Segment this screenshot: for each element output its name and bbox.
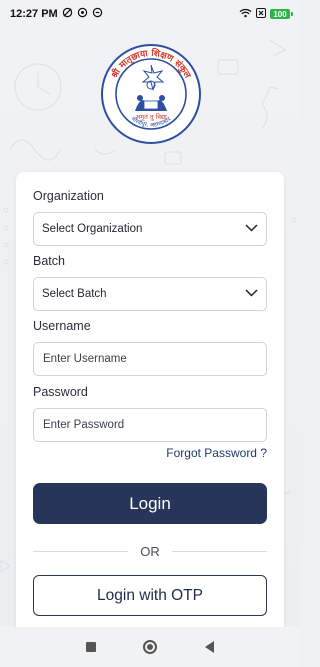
batch-select[interactable]: Select Batch <box>33 277 267 311</box>
notification-icon <box>92 7 103 21</box>
chevron-down-icon <box>245 223 258 235</box>
battery-level: 100 <box>273 9 287 19</box>
recents-square-icon[interactable] <box>85 642 96 652</box>
batch-label: Batch <box>33 254 65 268</box>
organization-select-value: Select Organization <box>42 223 143 235</box>
dnd-icon <box>62 7 73 21</box>
login-screen: 12:27 PM 100 श्री मातृछाया शिक्षण संकुल … <box>0 0 300 667</box>
close-x-icon <box>256 7 266 21</box>
home-circle-icon[interactable] <box>143 640 158 654</box>
password-label: Password <box>33 385 88 399</box>
or-text: OR <box>140 543 160 559</box>
logo-motto: अमृतं तु विद्या <box>135 113 167 121</box>
status-left: 12:27 PM <box>10 7 103 21</box>
password-placeholder: Enter Password <box>43 419 125 431</box>
institution-logo: श्री मातृछाया शिक्षण संकुल अमृतं तु विद्… <box>100 43 202 145</box>
username-label: Username <box>33 319 91 333</box>
android-nav-bar <box>0 627 300 667</box>
back-triangle-icon[interactable] <box>205 641 215 653</box>
sync-icon <box>77 7 88 21</box>
status-right: 100 <box>239 7 293 21</box>
batch-select-value: Select Batch <box>42 288 107 300</box>
password-input[interactable]: Enter Password <box>33 408 267 442</box>
username-input[interactable]: Enter Username <box>33 342 267 376</box>
organization-label: Organization <box>33 189 104 203</box>
chevron-down-icon <box>245 288 258 300</box>
divider-line-right <box>171 550 267 552</box>
status-time: 12:27 PM <box>10 8 58 20</box>
status-bar: 12:27 PM 100 <box>0 0 300 28</box>
battery-icon: 100 <box>270 9 293 19</box>
divider-line-left <box>33 550 129 552</box>
wifi-icon <box>239 8 252 21</box>
username-placeholder: Enter Username <box>43 353 127 365</box>
login-with-otp-button[interactable]: Login with OTP <box>33 575 267 616</box>
login-card: Organization Select Organization Batch S… <box>16 172 284 642</box>
forgot-password-link[interactable]: Forgot Password ? <box>166 446 267 460</box>
login-button[interactable]: Login <box>33 483 267 524</box>
or-divider: OR <box>33 543 267 559</box>
organization-select[interactable]: Select Organization <box>33 212 267 246</box>
